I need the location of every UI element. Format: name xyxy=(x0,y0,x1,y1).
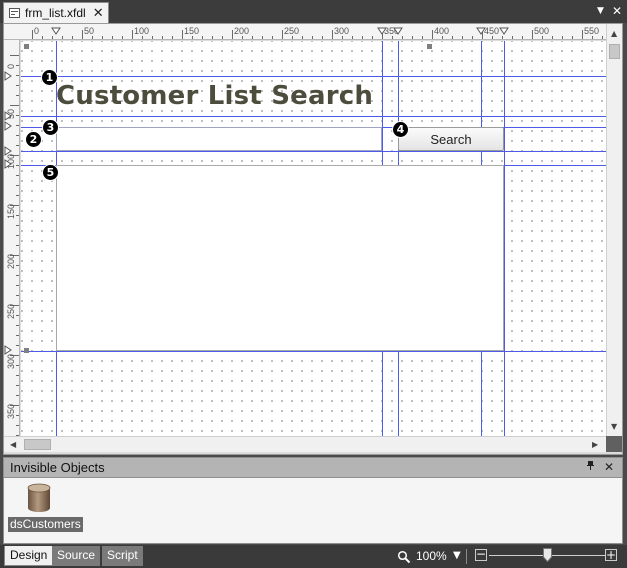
pin-panel-icon[interactable] xyxy=(586,460,595,475)
tabstrip-controls: ▼ ✕ xyxy=(597,5,622,17)
dataset-object[interactable]: dsCustomers xyxy=(8,483,83,533)
horizontal-scrollbar[interactable]: ◀ ▶ xyxy=(4,436,606,452)
horizontal-scroll-thumb[interactable] xyxy=(24,439,51,450)
vertical-scroll-thumb[interactable] xyxy=(609,44,620,59)
ruler-guide-pointers xyxy=(4,27,509,355)
scroll-left-arrow-icon[interactable]: ◀ xyxy=(10,441,16,449)
scroll-up-arrow-icon[interactable]: ▲ xyxy=(611,30,617,38)
form-file-icon xyxy=(9,8,20,18)
tab-design[interactable]: Design xyxy=(4,546,54,566)
tab-source[interactable]: Source xyxy=(52,546,101,566)
guide-pointer-icon[interactable] xyxy=(4,71,12,81)
vertical-scrollbar[interactable]: ▲ ▼ xyxy=(606,24,622,436)
bottom-status-bar: Design Source Script xyxy=(0,545,627,568)
guide-pointer-icon[interactable] xyxy=(476,27,486,35)
invisible-objects-panel xyxy=(3,478,623,544)
guide-pointer-icon[interactable] xyxy=(4,111,12,121)
scroll-down-arrow-icon[interactable]: ▼ xyxy=(611,423,617,431)
zoom-out-button[interactable]: − xyxy=(475,548,487,561)
database-icon xyxy=(27,483,51,512)
guide-pointer-icon[interactable] xyxy=(4,121,12,131)
guide-pointer-icon[interactable] xyxy=(51,27,61,35)
guide-pointer-icon[interactable] xyxy=(377,27,387,35)
zoom-level-text: 100% xyxy=(416,549,447,563)
close-tab-icon[interactable]: ✕ xyxy=(93,6,104,19)
document-tab-title: frm_list.xfdl xyxy=(25,6,86,20)
scroll-right-arrow-icon[interactable]: ▶ xyxy=(592,441,598,449)
zoom-slider-thumb[interactable] xyxy=(542,548,552,562)
zoom-magnifier-icon[interactable] xyxy=(397,550,411,564)
close-panel-icon[interactable]: ✕ xyxy=(604,460,614,475)
zoom-separator xyxy=(466,549,467,564)
dataset-name-label: dsCustomers xyxy=(8,517,83,532)
zoom-in-button[interactable]: + xyxy=(605,549,617,561)
tab-script[interactable]: Script xyxy=(102,546,143,566)
zoom-dropdown-icon[interactable]: ▼ xyxy=(453,551,461,561)
guide-pointer-icon[interactable] xyxy=(4,345,12,355)
guide-pointer-icon[interactable] xyxy=(4,146,12,156)
invisible-objects-title: Invisible Objects xyxy=(10,460,105,475)
guide-pointer-icon[interactable] xyxy=(499,27,509,35)
close-window-icon[interactable]: ✕ xyxy=(612,5,622,17)
guide-pointer-icon[interactable] xyxy=(393,27,403,35)
tab-list-dropdown-icon[interactable]: ▼ xyxy=(597,5,604,17)
invisible-objects-header: Invisible Objects ✕ xyxy=(3,457,623,478)
scrollbar-corner xyxy=(606,436,622,452)
document-tab[interactable]: frm_list.xfdl ✕ xyxy=(3,2,109,23)
guide-pointer-icon[interactable] xyxy=(4,159,12,169)
